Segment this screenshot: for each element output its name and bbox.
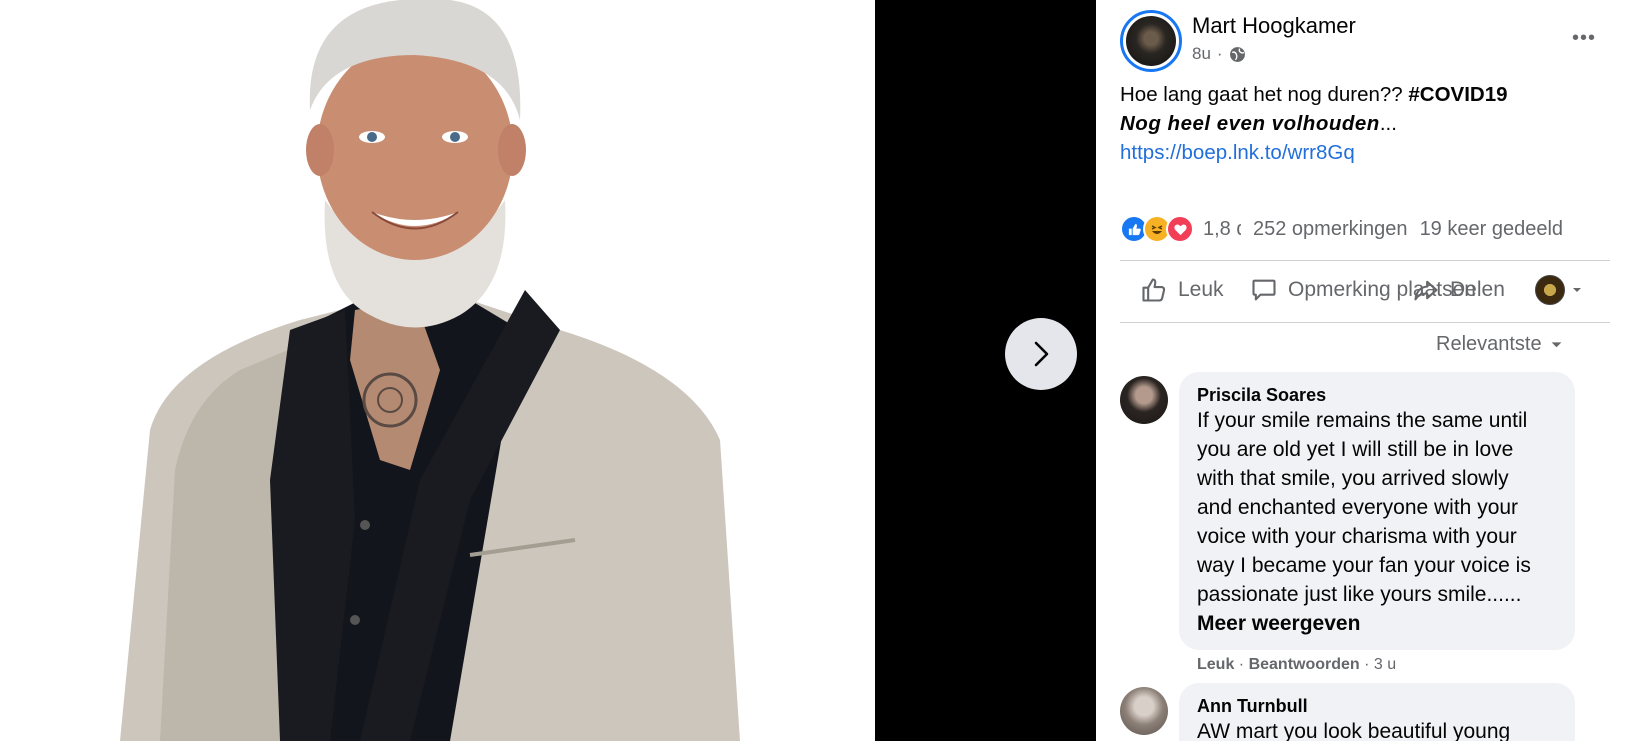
account-avatar <box>1535 275 1565 305</box>
comment-icon <box>1252 279 1276 301</box>
author-name[interactable]: Mart Hoogkamer <box>1192 13 1356 39</box>
commenter-name[interactable]: Ann Turnbull <box>1197 695 1557 717</box>
post-time[interactable]: 8u <box>1192 44 1211 64</box>
comment-text: If your smile remains the same until <box>1197 409 1528 432</box>
author-avatar[interactable] <box>1120 10 1182 72</box>
next-photo-button[interactable] <box>1005 318 1077 390</box>
post-actions: Leuk Opmerking plaatsen Delen <box>1120 264 1610 316</box>
comment-text: with that smile, you arrived slowly <box>1197 467 1509 490</box>
comment-text: voice with your charisma with your <box>1197 525 1517 548</box>
chevron-down-icon <box>1573 288 1581 292</box>
comment-bubble: Priscila Soares If your smile remains th… <box>1179 372 1575 650</box>
commenter-avatar[interactable] <box>1120 376 1168 424</box>
reaction-account-switcher[interactable] <box>1535 275 1583 305</box>
portrait-image <box>0 0 875 741</box>
post-photo[interactable] <box>0 0 875 741</box>
post-meta: 8u · <box>1192 44 1246 64</box>
comments-count[interactable]: 252 opmerkingen <box>1253 218 1408 241</box>
post-sidebar: Mart Hoogkamer 8u · ••• Hoe lang gaat he… <box>1096 0 1626 741</box>
hashtag-link[interactable]: #COVID19 <box>1408 83 1507 106</box>
see-more-link[interactable]: Meer weergeven <box>1197 609 1557 638</box>
post-stats: 1,8 d 252 opmerkingen 19 keer gedeeld <box>1120 214 1610 244</box>
love-reaction-icon[interactable] <box>1166 215 1194 243</box>
divider <box>1120 322 1610 323</box>
share-button[interactable]: Delen <box>1412 276 1505 304</box>
divider <box>1120 260 1610 261</box>
next-arrow-icon <box>1034 341 1049 367</box>
comment-sort-dropdown[interactable]: Relevantste <box>1436 333 1563 356</box>
post-link[interactable]: https://boep.lnk.to/wrr8Gq <box>1120 141 1355 164</box>
globe-icon <box>1229 46 1245 62</box>
comment-like-link[interactable]: Leuk <box>1197 656 1234 673</box>
photo-viewer <box>0 0 1096 741</box>
thumbs-up-icon <box>1142 278 1166 302</box>
more-icon[interactable]: ••• <box>1566 20 1602 56</box>
comment-time[interactable]: 3 u <box>1374 656 1396 673</box>
comment-text: AW mart you look beautiful young <box>1197 720 1511 741</box>
post-text-line: Hoe lang gaat het nog duren?? <box>1120 83 1403 106</box>
comment-text: passionate just like yours smile...... <box>1197 583 1522 606</box>
comment-bubble: Ann Turnbull AW mart you look beautiful … <box>1179 683 1575 741</box>
share-label: Delen <box>1450 278 1505 301</box>
sort-label: Relevantste <box>1436 333 1542 355</box>
reactions-count[interactable]: 1,8 d <box>1203 218 1241 241</box>
shares-count[interactable]: 19 keer gedeeld <box>1420 218 1563 241</box>
comment-text: and enchanted everyone with your <box>1197 496 1519 519</box>
post-emphasis: Nog heel even volhouden <box>1120 112 1380 135</box>
share-icon <box>1414 280 1438 301</box>
like-button[interactable]: Leuk <box>1140 276 1224 304</box>
comment-reply-link[interactable]: Beantwoorden <box>1249 656 1360 673</box>
comment-text: you are old yet I will still be in love <box>1197 438 1514 461</box>
comment-actions: Leuk · Beantwoorden · 3 u <box>1197 656 1397 673</box>
comment-text: way I became your fan your voice is <box>1197 554 1531 577</box>
post-body: Hoe lang gaat het nog duren?? #COVID19 N… <box>1120 80 1610 167</box>
like-label: Leuk <box>1178 278 1224 301</box>
chevron-down-icon <box>1551 342 1561 348</box>
commenter-name[interactable]: Priscila Soares <box>1197 384 1557 406</box>
commenter-avatar[interactable] <box>1120 687 1168 735</box>
post-ellipsis: ... <box>1379 112 1397 135</box>
